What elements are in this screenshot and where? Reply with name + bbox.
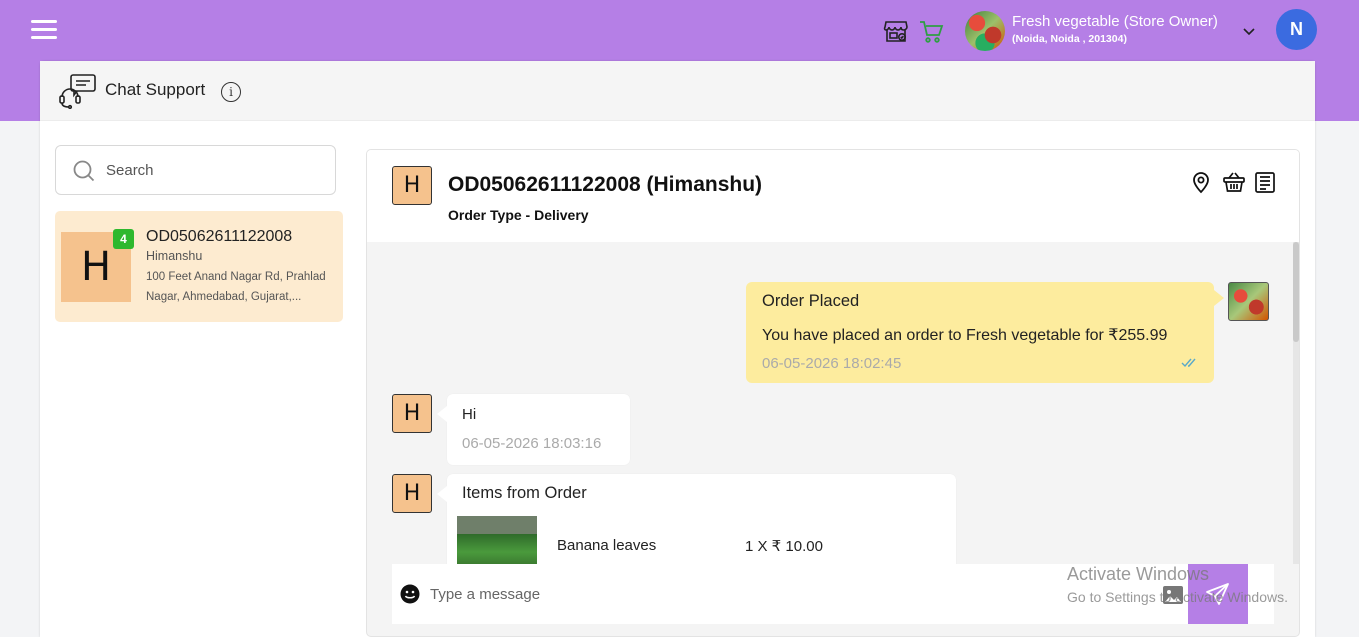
send-icon: [1206, 583, 1229, 605]
chevron-down-icon[interactable]: [1242, 24, 1256, 38]
item-name: Banana leaves: [557, 537, 657, 554]
message-text: Hi: [462, 406, 477, 423]
conversation-address: 100 Feet Anand Nagar Rd, Prahlad Nagar, …: [146, 271, 326, 303]
message-list[interactable]: Order Placed You have placed an order to…: [367, 242, 1292, 564]
receipt-icon[interactable]: [1253, 170, 1277, 194]
search-input[interactable]: [106, 158, 326, 182]
search-icon: [73, 160, 95, 182]
menu-icon[interactable]: [31, 20, 57, 40]
message-composer: [392, 564, 1274, 624]
basket-icon[interactable]: [1222, 170, 1246, 194]
store-name[interactable]: Fresh vegetable (Store Owner): [1012, 13, 1218, 30]
store-icon[interactable]: [883, 18, 909, 44]
customer-avatar: H: [392, 474, 432, 513]
message-input[interactable]: [430, 582, 1170, 606]
unread-badge: 4: [113, 229, 134, 249]
message-title: Order Placed: [762, 292, 860, 310]
chat-avatar: H: [392, 166, 432, 205]
item-quantity-price: 1 X ₹ 10.00: [745, 538, 823, 555]
incoming-message: Hi 06-05-2026 18:03:16: [437, 394, 630, 465]
items-title: Items from Order: [462, 484, 587, 502]
emoji-icon[interactable]: [400, 584, 420, 604]
info-icon[interactable]: i: [221, 82, 241, 102]
scrollbar-thumb[interactable]: [1293, 242, 1299, 342]
conversation-customer-name: Himanshu: [146, 249, 203, 263]
chat-header: H OD05062611122008 (Himanshu) Order Type…: [367, 150, 1299, 242]
user-avatar[interactable]: N: [1276, 9, 1317, 50]
double-check-icon: [1181, 358, 1196, 368]
message-text: You have placed an order to Fresh vegeta…: [762, 327, 1168, 344]
chat-window: H OD05062611122008 (Himanshu) Order Type…: [366, 149, 1300, 637]
send-button[interactable]: [1188, 564, 1248, 624]
message-time: 06-05-2026 18:03:16: [462, 435, 602, 452]
store-address: (Noida, Noida , 201304): [1012, 33, 1127, 45]
panel-header: Chat Support i: [40, 61, 1315, 121]
conversation-item[interactable]: H 4 OD05062611122008 Himanshu 100 Feet A…: [55, 211, 343, 322]
chat-title: OD05062611122008 (Himanshu): [448, 173, 763, 196]
message-scrollbar[interactable]: [1293, 242, 1299, 564]
store-avatar[interactable]: [965, 11, 1005, 51]
chat-support-panel: Chat Support i H 4 OD05062611122008 Hima…: [40, 61, 1315, 637]
page-title: Chat Support: [105, 80, 206, 99]
item-image: [457, 516, 537, 564]
message-time: 06-05-2026 18:02:45: [762, 355, 902, 372]
order-items-message: Items from Order Banana leaves 1 X ₹ 10.…: [437, 474, 956, 564]
location-pin-icon[interactable]: [1189, 170, 1213, 194]
conversation-order-id: OD05062611122008: [146, 228, 293, 245]
store-message-avatar: [1228, 282, 1269, 321]
order-placed-message: Order Placed You have placed an order to…: [746, 282, 1224, 383]
cart-icon[interactable]: [918, 18, 944, 44]
search-box: [55, 145, 336, 195]
image-attach-icon[interactable]: [1162, 584, 1184, 606]
order-type: Order Type - Delivery: [448, 207, 589, 223]
customer-avatar: H: [392, 394, 432, 433]
chat-support-icon: [59, 74, 96, 109]
